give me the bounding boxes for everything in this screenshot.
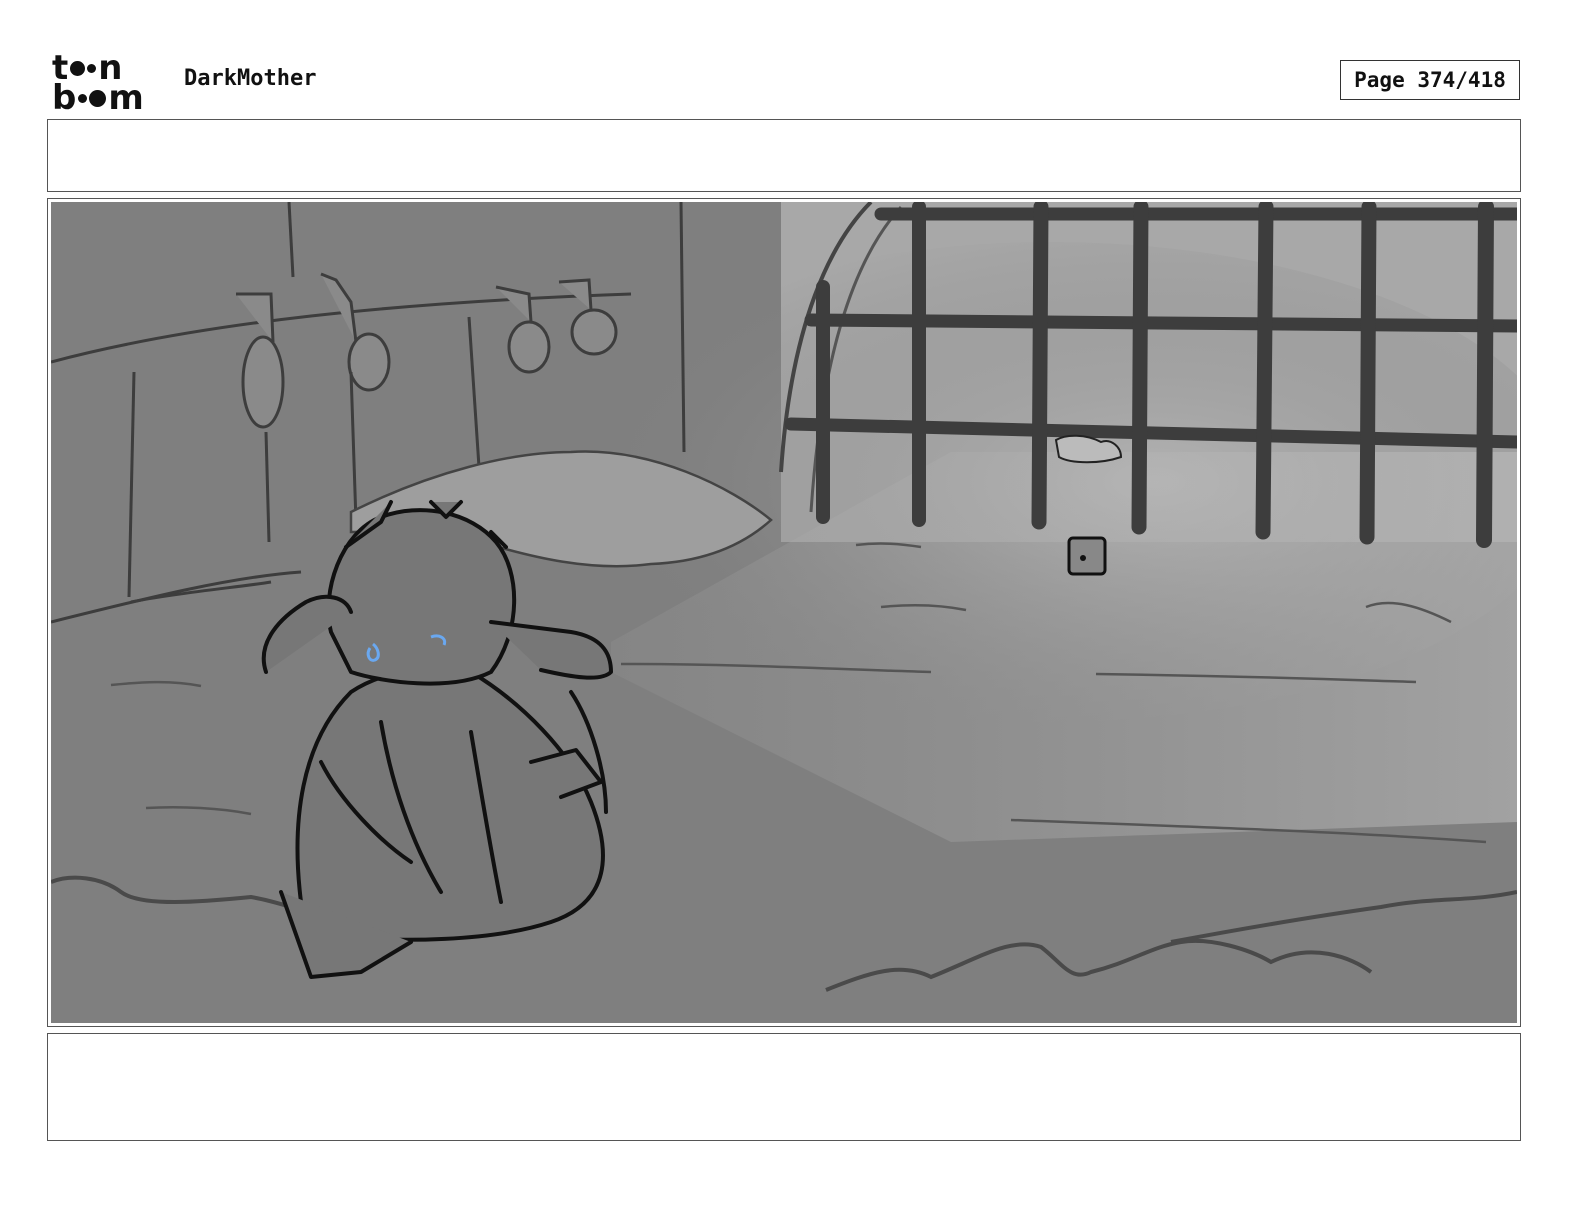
storyboard-panel	[51, 202, 1517, 1023]
logo-dot	[89, 90, 107, 107]
dice	[1067, 536, 1107, 576]
logo-letter-b: b	[52, 78, 77, 118]
dialogue-notes-box	[47, 1033, 1521, 1141]
logo-letter-m: m	[108, 78, 144, 118]
action-notes-box	[47, 119, 1521, 192]
logo-dot	[87, 64, 97, 73]
logo-dot	[70, 61, 86, 76]
logo-dot	[78, 94, 88, 103]
page-number: Page 374/418	[1340, 60, 1520, 100]
project-title: DarkMother	[184, 66, 317, 91]
sketch-drawing	[51, 202, 1517, 1023]
toonboom-logo: t n b m	[52, 51, 164, 118]
